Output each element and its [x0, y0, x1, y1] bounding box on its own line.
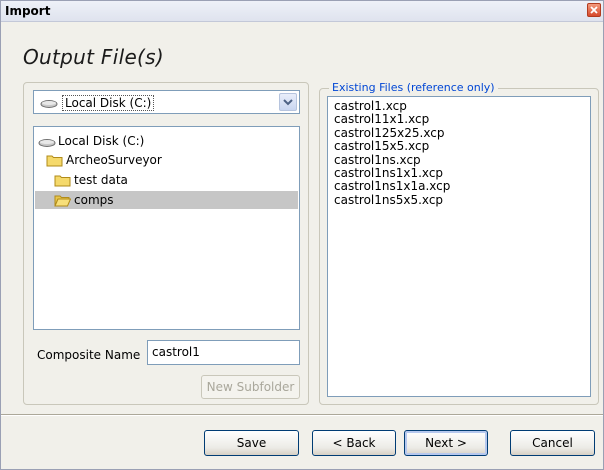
close-icon[interactable]	[587, 3, 601, 17]
new-subfolder-button[interactable]: New Subfolder	[201, 375, 300, 399]
title-bar[interactable]: Import	[1, 1, 603, 22]
back-button[interactable]: < Back	[312, 430, 396, 456]
chevron-down-icon[interactable]	[279, 93, 297, 111]
tree-item-label: Local Disk (C:)	[58, 134, 145, 148]
tree-item-archeosurveyor[interactable]: ArcheoSurveyor	[46, 151, 286, 169]
next-button[interactable]: Next >	[404, 430, 488, 456]
divider	[1, 414, 603, 416]
save-button[interactable]: Save	[204, 430, 299, 456]
tree-item-local-disk[interactable]: Local Disk (C:)	[38, 132, 288, 150]
list-item: castrol1ns5x5.xcp	[334, 192, 444, 207]
tree-item-comps[interactable]: comps	[35, 191, 298, 209]
composite-name-input[interactable]: castrol1	[147, 340, 300, 365]
tree-item-test-data[interactable]: test data	[54, 171, 284, 189]
list-item: castrol1ns.xcp	[334, 152, 421, 167]
folder-open-icon	[54, 194, 72, 212]
folder-icon	[46, 154, 63, 172]
page-title: Output File(s)	[23, 45, 164, 69]
tree-item-label: ArcheoSurveyor	[66, 153, 162, 167]
drive-dropdown-value: Local Disk (C:)	[62, 95, 155, 111]
list-item: castrol11x1.xcp	[334, 112, 430, 127]
import-dialog: Import Output File(s) Local Disk (C:) Lo…	[0, 0, 604, 470]
list-item: castrol125x25.xcp	[334, 125, 445, 140]
list-item: castrol1ns1x1a.xcp	[334, 179, 451, 194]
existing-files-legend: Existing Files (reference only)	[329, 81, 498, 94]
drive-icon	[40, 98, 58, 112]
window-title: Import	[5, 4, 51, 18]
cancel-button[interactable]: Cancel	[510, 430, 595, 456]
tree-item-label: comps	[74, 193, 114, 207]
drive-dropdown[interactable]: Local Disk (C:)	[33, 90, 300, 114]
list-item: castrol1.xcp	[334, 99, 407, 113]
existing-files-list[interactable]: castrol1.xcp castrol11x1.xcp castrol125x…	[327, 96, 591, 397]
composite-name-label: Composite Name	[37, 348, 141, 362]
tree-item-label: test data	[74, 173, 128, 187]
folder-icon	[54, 174, 71, 192]
list-item: castrol15x5.xcp	[334, 139, 430, 154]
list-item: castrol1ns1x1.xcp	[334, 166, 444, 181]
folder-tree[interactable]: Local Disk (C:) ArcheoSurveyor test data…	[33, 126, 300, 330]
